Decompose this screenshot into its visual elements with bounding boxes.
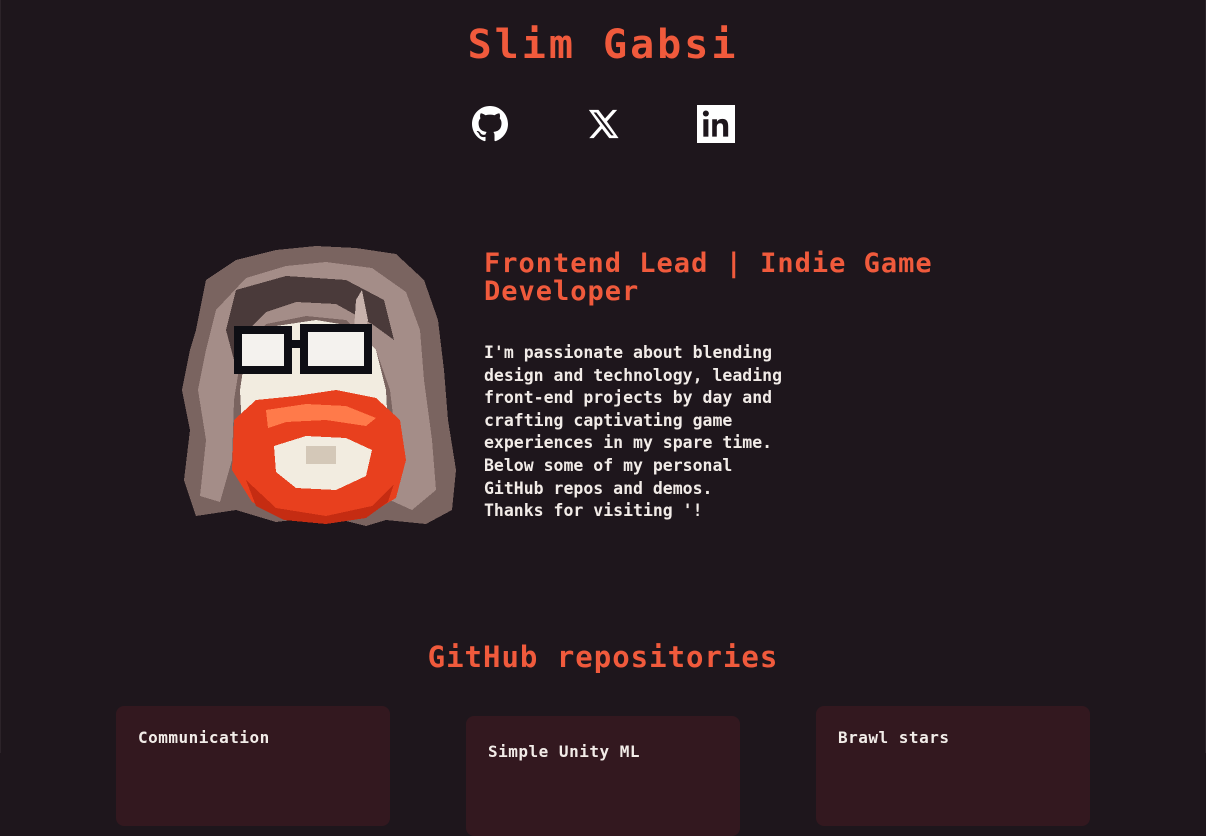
linkedin-link[interactable] xyxy=(697,104,735,144)
x-icon xyxy=(588,109,619,139)
repo-card[interactable]: Communication xyxy=(116,706,390,826)
hero-text: Frontend Lead | Indie Game Developer I'm… xyxy=(484,250,984,523)
github-link[interactable] xyxy=(471,104,509,144)
tagline: Frontend Lead | Indie Game Developer xyxy=(484,248,933,307)
linkedin-icon xyxy=(697,105,735,143)
repo-card[interactable]: Brawl stars xyxy=(816,706,1090,826)
social-links xyxy=(0,104,1206,144)
repos-heading: GitHub repositories xyxy=(427,640,779,674)
repo-card-title: Communication xyxy=(138,728,270,747)
repo-card-title: Simple Unity ML xyxy=(488,742,640,761)
pixel-avatar xyxy=(182,246,456,526)
github-icon xyxy=(472,106,508,142)
repo-card-title: Brawl stars xyxy=(838,728,950,747)
repo-card[interactable]: Simple Unity ML xyxy=(466,716,740,836)
bio-paragraph: I'm passionate about blending design and… xyxy=(484,343,783,521)
site-title: Slim Gabsi xyxy=(467,22,739,68)
x-link[interactable] xyxy=(584,104,622,144)
